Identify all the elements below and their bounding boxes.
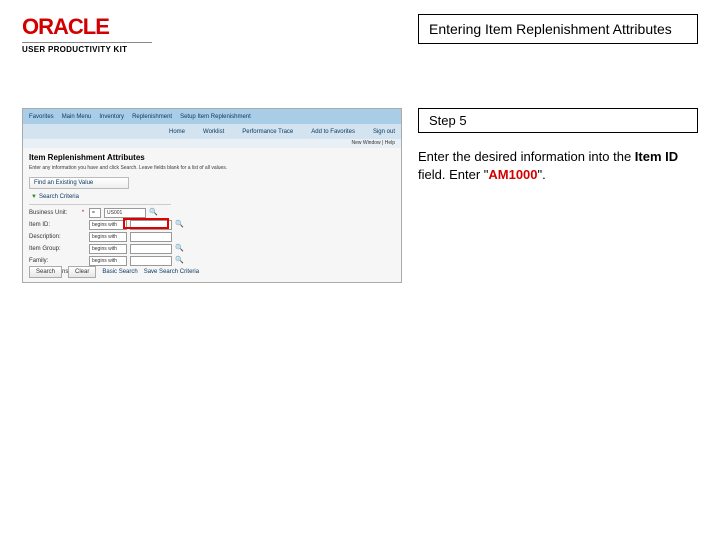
label: Family: [29, 258, 77, 264]
save-search-link[interactable]: Save Search Criteria [144, 269, 199, 275]
label: Description: [29, 234, 77, 240]
subnav-item[interactable]: Sign out [373, 129, 395, 135]
section-search-criteria[interactable]: Search Criteria [29, 191, 124, 203]
top-nav: Favorites Main Menu Inventory Replenishm… [23, 109, 401, 124]
panel-subtitle: Enter any information you have and click… [29, 165, 227, 171]
page-title: Entering Item Replenishment Attributes [418, 14, 698, 44]
panel-title: Item Replenishment Attributes [29, 153, 145, 162]
nav-item[interactable]: Favorites [29, 114, 54, 120]
instr-field-name: Item ID [635, 149, 678, 164]
label: Business Unit: [29, 210, 77, 216]
instr-tail: ". [538, 167, 546, 182]
op-select[interactable]: begins with [89, 256, 127, 266]
divider [29, 204, 171, 205]
op-select[interactable]: begins with [89, 220, 127, 230]
product-line: USER PRODUCTIVITY KIT [22, 42, 152, 54]
row-item-id: Item ID: begins with 🔍 [29, 219, 183, 231]
subnav-item[interactable]: Home [169, 129, 185, 135]
subnav-item[interactable]: Add to Favorites [311, 129, 355, 135]
row-description: Description: begins with [29, 231, 172, 243]
instruction-text: Enter the desired information into the I… [418, 148, 698, 183]
description-field[interactable] [130, 232, 172, 242]
nav-item[interactable]: Replenishment [132, 114, 172, 120]
item-id-field[interactable] [130, 220, 172, 230]
row-item-group: Item Group: begins with 🔍 [29, 243, 183, 255]
lookup-icon[interactable]: 🔍 [175, 221, 183, 229]
oracle-logo: ORACLE [22, 14, 152, 40]
window-links[interactable]: New Window | Help [23, 139, 401, 148]
app-screenshot: Favorites Main Menu Inventory Replenishm… [22, 108, 402, 283]
tab-find-existing[interactable]: Find an Existing Value [29, 177, 129, 189]
step-indicator: Step 5 [418, 108, 698, 133]
family-field[interactable] [130, 256, 172, 266]
instr-mid: field. Enter " [418, 167, 488, 182]
item-group-field[interactable] [130, 244, 172, 254]
row-business-unit: Business Unit: * = US001 🔍 [29, 207, 157, 219]
lookup-icon[interactable]: 🔍 [149, 209, 157, 217]
op-select[interactable]: begins with [89, 232, 127, 242]
button-row: Search Clear Basic Search Save Search Cr… [29, 266, 199, 278]
brand-block: ORACLE USER PRODUCTIVITY KIT [22, 14, 152, 54]
op-select[interactable]: = [89, 208, 101, 218]
subnav-item[interactable]: Worklist [203, 129, 224, 135]
op-select[interactable]: begins with [89, 244, 127, 254]
nav-item[interactable]: Inventory [99, 114, 124, 120]
label: Item Group: [29, 246, 77, 252]
nav-item[interactable]: Setup Item Replenishment [180, 114, 251, 120]
search-button[interactable]: Search [29, 266, 62, 278]
basic-search-link[interactable]: Basic Search [102, 269, 137, 275]
nav-item[interactable]: Main Menu [62, 114, 92, 120]
sub-nav: Home Worklist Performance Trace Add to F… [23, 124, 401, 139]
subnav-item[interactable]: Performance Trace [242, 129, 293, 135]
clear-button[interactable]: Clear [68, 266, 96, 278]
instr-entry-value: AM1000 [488, 167, 537, 182]
label: Item ID: [29, 222, 77, 228]
lookup-icon[interactable]: 🔍 [175, 257, 183, 265]
instr-lead: Enter the desired information into the [418, 149, 635, 164]
lookup-icon[interactable]: 🔍 [175, 245, 183, 253]
business-unit-field[interactable]: US001 [104, 208, 146, 218]
required-mark: * [80, 210, 86, 216]
